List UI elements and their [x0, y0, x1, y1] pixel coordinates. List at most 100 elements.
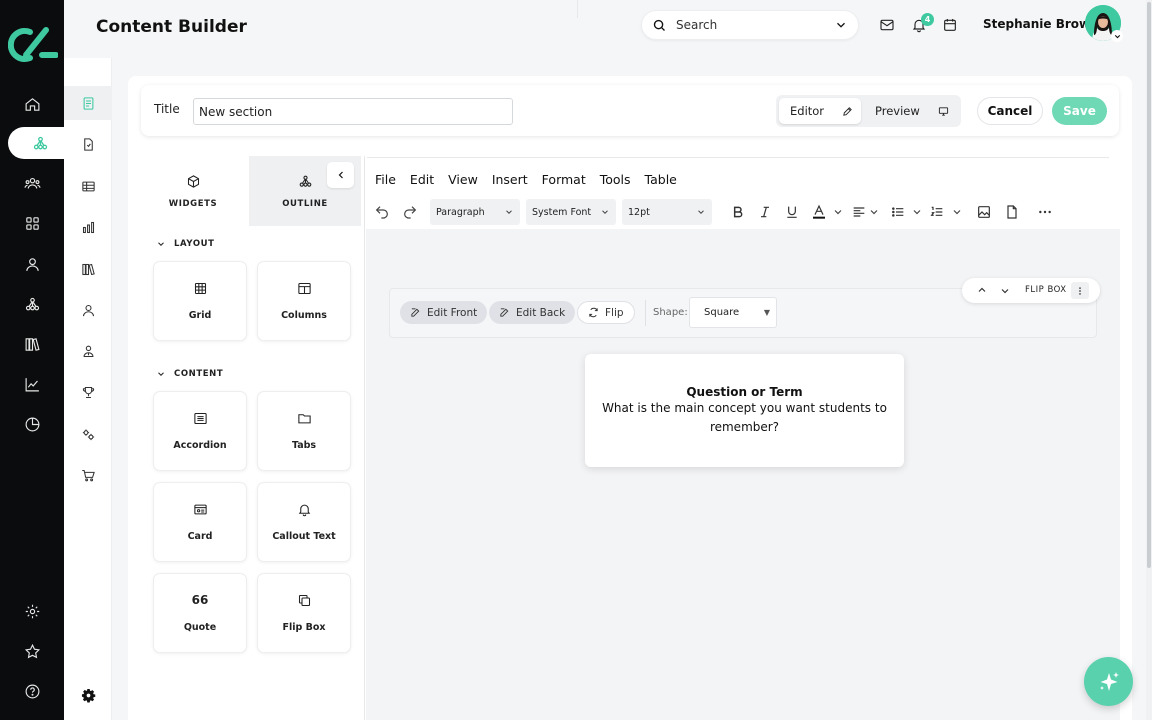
widget-label: Card	[187, 531, 213, 542]
chevron-down-icon[interactable]	[999, 285, 1011, 297]
gear-icon	[81, 688, 95, 702]
widget-quote[interactable]: 66 Quote	[153, 573, 247, 653]
subnav-user[interactable]	[64, 293, 112, 327]
edit-back-button[interactable]: Edit Back	[489, 301, 576, 324]
chevron-down-icon[interactable]	[832, 204, 844, 220]
chevron-up-icon[interactable]	[976, 284, 988, 296]
user-menu-toggle[interactable]	[1111, 30, 1123, 42]
numbered-list-icon[interactable]	[929, 204, 945, 220]
menu-insert[interactable]: Insert	[492, 172, 528, 187]
nav-favorites[interactable]	[0, 635, 64, 667]
list-icon	[193, 412, 207, 425]
subnav-pages[interactable]	[64, 86, 112, 120]
subnav-integrations[interactable]	[64, 417, 112, 451]
more-horizontal-icon[interactable]	[1037, 204, 1053, 220]
subnav-table[interactable]	[64, 169, 112, 203]
chevron-down-icon[interactable]	[834, 18, 848, 32]
menu-edit[interactable]: Edit	[410, 172, 434, 187]
widget-card[interactable]: Card	[153, 482, 247, 562]
subnav-store[interactable]	[64, 458, 112, 492]
bold-icon[interactable]	[730, 204, 746, 220]
nav-profile[interactable]	[0, 248, 64, 280]
italic-icon[interactable]	[757, 204, 773, 220]
font-family-select[interactable]: System Font	[526, 199, 616, 225]
page-icon[interactable]	[1004, 204, 1020, 220]
file-icon	[83, 137, 93, 151]
subnav-awards[interactable]	[64, 375, 112, 409]
chevron-down-icon[interactable]	[868, 204, 880, 220]
nav-analytics[interactable]	[0, 368, 64, 400]
user-icon	[82, 304, 94, 316]
flip-card-front[interactable]: Question or Term What is the main concep…	[585, 354, 904, 467]
bullet-list-icon[interactable]	[890, 204, 906, 220]
nav-content[interactable]	[8, 127, 72, 159]
chevron-down-icon[interactable]	[951, 204, 963, 220]
widget-callout-text[interactable]: Callout Text	[257, 482, 351, 562]
widget-label: Accordion	[173, 440, 227, 451]
chevron-down-icon[interactable]	[911, 204, 923, 220]
menu-view[interactable]: View	[448, 172, 478, 187]
nav-help[interactable]	[0, 675, 64, 707]
block-format-select[interactable]: Paragraph	[430, 199, 520, 225]
save-button[interactable]: Save	[1052, 97, 1107, 125]
nav-settings[interactable]	[0, 595, 64, 627]
widget-accordion[interactable]: Accordion	[153, 391, 247, 471]
preview-mode-button[interactable]: Preview	[864, 98, 958, 124]
font-size-select[interactable]: 12pt	[622, 199, 712, 225]
shape-select[interactable]: Square ▼	[689, 297, 777, 328]
chevron-down-icon	[698, 210, 704, 214]
widget-columns[interactable]: Columns	[257, 261, 351, 341]
app-logo-icon[interactable]	[8, 24, 58, 64]
edit-icon	[500, 308, 509, 317]
edit-front-button[interactable]: Edit Front	[400, 301, 488, 324]
secondary-nav	[64, 58, 112, 720]
widget-flip-box[interactable]: Flip Box	[257, 573, 351, 653]
nav-apps[interactable]	[0, 207, 64, 239]
image-icon[interactable]	[976, 204, 992, 220]
ai-assistant-button[interactable]	[1084, 657, 1133, 706]
menu-table[interactable]: Table	[645, 172, 677, 187]
widget-grid[interactable]: Grid	[153, 261, 247, 341]
editor-mode-label: Editor	[790, 104, 825, 118]
menu-file[interactable]: File	[375, 172, 396, 187]
tab-widgets[interactable]: WIDGETS	[137, 156, 249, 226]
scrollbar-thumb[interactable]	[1147, 2, 1151, 568]
align-left-icon[interactable]	[851, 204, 867, 220]
text-color-icon[interactable]	[811, 204, 827, 220]
widget-label: Columns	[281, 310, 327, 321]
calendar-icon[interactable]	[942, 17, 958, 33]
more-vertical-icon	[1079, 286, 1081, 295]
cancel-button[interactable]: Cancel	[977, 97, 1043, 125]
subnav-settings[interactable]	[64, 678, 112, 712]
font-family-value: System Font	[532, 206, 592, 218]
preview-mode-label: Preview	[875, 104, 920, 118]
mail-icon[interactable]	[879, 17, 895, 33]
subnav-stats[interactable]	[64, 210, 112, 244]
underline-icon[interactable]	[784, 204, 800, 220]
content-section-header[interactable]: CONTENT	[156, 369, 223, 379]
title-input[interactable]	[193, 98, 513, 125]
layout-section-header[interactable]: LAYOUT	[156, 239, 215, 249]
menu-format[interactable]: Format	[542, 172, 586, 187]
notification-badge: 4	[921, 13, 934, 26]
block-menu-button[interactable]	[1071, 282, 1089, 299]
edit-front-label: Edit Front	[427, 306, 478, 319]
widget-tabs[interactable]: Tabs	[257, 391, 351, 471]
nav-org[interactable]	[0, 288, 64, 320]
subnav-files[interactable]	[64, 127, 112, 161]
pencil-icon	[843, 106, 852, 116]
editor-mode-button[interactable]: Editor	[779, 98, 861, 124]
user-name[interactable]: Stephanie Brown	[983, 17, 1099, 31]
flip-button[interactable]: Flip	[577, 301, 635, 324]
subnav-instructor[interactable]	[64, 334, 112, 368]
nav-users[interactable]	[0, 167, 64, 199]
subnav-library[interactable]	[64, 252, 112, 286]
nav-library[interactable]	[0, 328, 64, 360]
collapse-panel-button[interactable]	[327, 162, 354, 188]
undo-icon[interactable]	[374, 204, 390, 220]
nav-reports[interactable]	[0, 408, 64, 440]
menu-tools[interactable]: Tools	[600, 172, 631, 187]
redo-icon[interactable]	[402, 204, 418, 220]
search-box[interactable]: Search	[641, 10, 859, 40]
nav-home[interactable]	[0, 88, 64, 120]
